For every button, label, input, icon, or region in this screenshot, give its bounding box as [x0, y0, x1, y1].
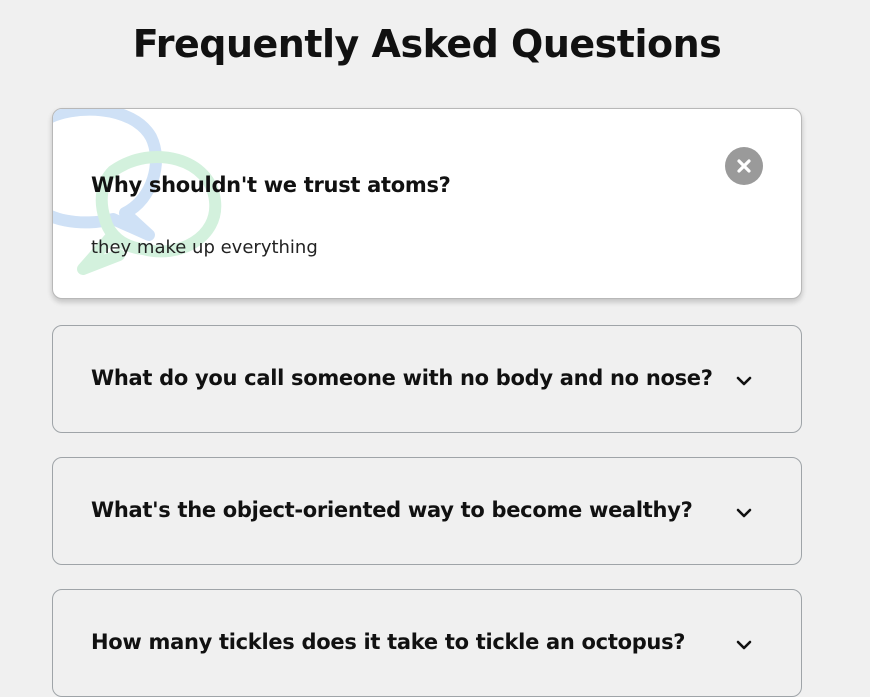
expand-button[interactable] [725, 494, 763, 532]
faq-answer: they make up everything [91, 237, 318, 258]
faq-item-object-oriented[interactable]: What's the object-oriented way to become… [52, 457, 802, 565]
faq-question: Why shouldn't we trust atoms? [91, 173, 451, 197]
faq-item-no-body-no-nose[interactable]: What do you call someone with no body an… [52, 325, 802, 433]
expand-button[interactable] [725, 626, 763, 664]
faq-question: What's the object-oriented way to become… [91, 498, 693, 522]
faq-question: How many tickles does it take to tickle … [91, 630, 686, 654]
faq-item-octopus[interactable]: How many tickles does it take to tickle … [52, 589, 802, 697]
expand-button[interactable] [725, 362, 763, 400]
page-title: Frequently Asked Questions [132, 22, 722, 66]
faq-question: What do you call someone with no body an… [91, 366, 713, 390]
chevron-down-icon [736, 640, 752, 650]
faq-item-atoms[interactable]: Why shouldn't we trust atoms? they make … [52, 108, 802, 299]
chevron-down-icon [736, 508, 752, 518]
chat-bubbles-icon [53, 109, 222, 275]
chevron-down-icon [736, 376, 752, 386]
close-button[interactable] [725, 147, 763, 185]
close-icon [737, 159, 751, 173]
